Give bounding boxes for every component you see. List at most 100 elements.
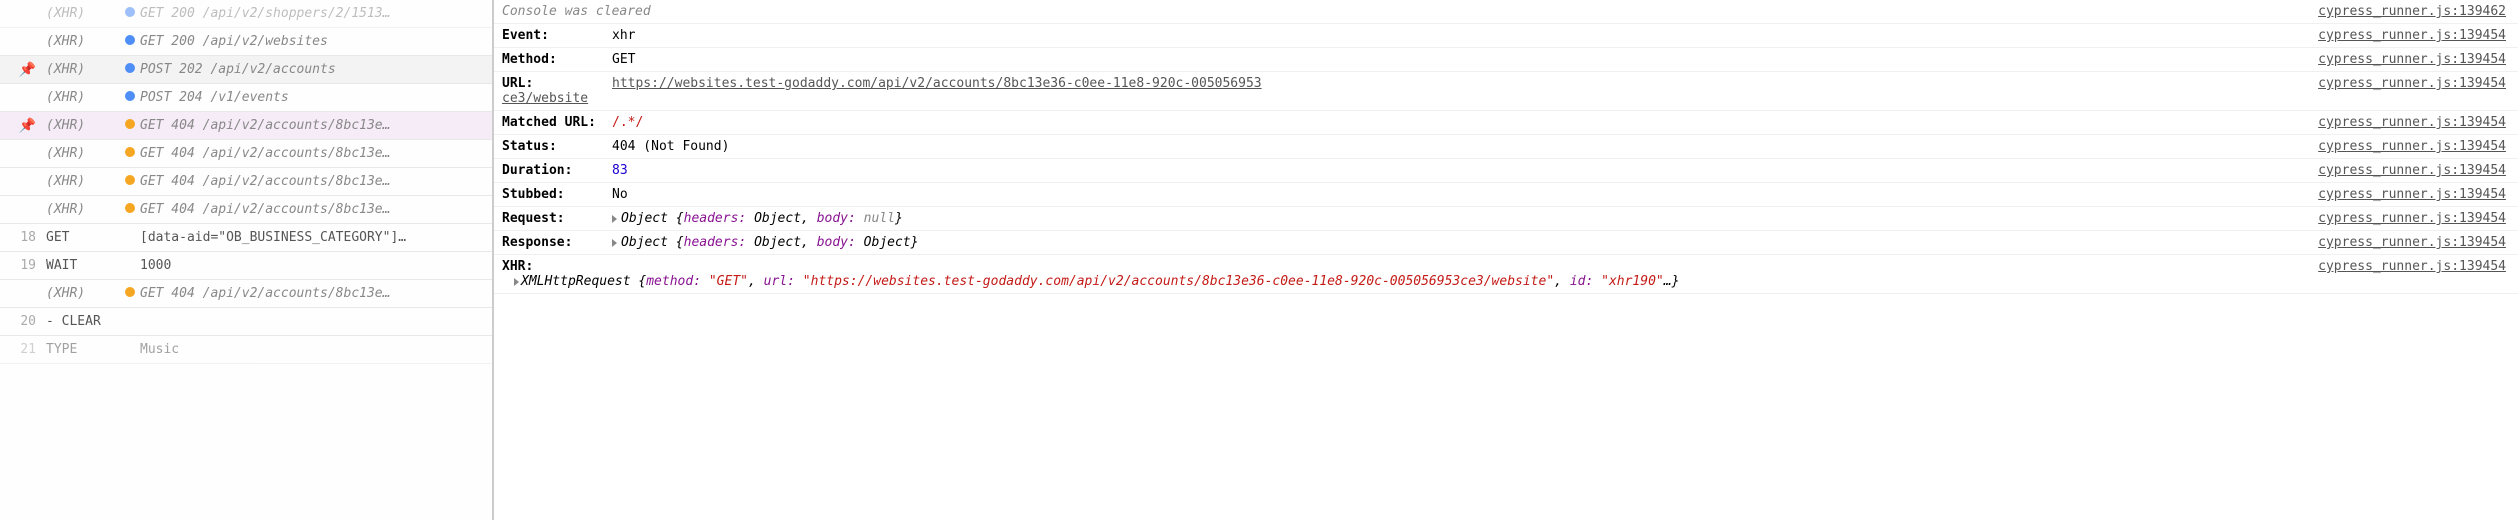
command-log-row[interactable]: (XHR) GET 404 /api/v2/accounts/8bc13e… <box>0 196 492 224</box>
command-message: Music <box>140 342 492 357</box>
console-value: 83 <box>612 163 2318 178</box>
command-log-row[interactable]: (XHR) GET 200 /api/v2/shoppers/2/1513… <box>0 0 492 28</box>
command-message: 1000 <box>140 258 492 273</box>
command-tag: (XHR) <box>42 6 120 21</box>
console-value: Object {headers: Object, body: null} <box>612 211 2318 226</box>
command-message: GET 404 /api/v2/accounts/8bc13e… <box>140 174 492 189</box>
command-tag: (XHR) <box>42 146 120 161</box>
console-line[interactable]: XHR: cypress_runner.js:139454XMLHttpReque… <box>494 255 2518 294</box>
console-value: /.*/ <box>612 115 2318 130</box>
console-label: Method: <box>502 52 612 67</box>
command-message: GET 404 /api/v2/accounts/8bc13e… <box>140 146 492 161</box>
source-link[interactable]: cypress_runner.js:139454 <box>2318 52 2506 67</box>
command-tag: WAIT <box>42 258 120 273</box>
command-log-row[interactable]: (XHR) GET 404 /api/v2/accounts/8bc13e… <box>0 168 492 196</box>
console-line[interactable]: Method:GETcypress_runner.js:139454 <box>494 48 2518 72</box>
command-message: GET 404 /api/v2/accounts/8bc13e… <box>140 118 492 133</box>
command-message: GET 200 /api/v2/shoppers/2/1513… <box>140 6 492 21</box>
console-label: Matched URL: <box>502 115 612 130</box>
command-log-panel: (XHR)GET 200 /api/v2/shoppers/2/1513…(XH… <box>0 0 494 520</box>
console-label: XHR: <box>502 259 612 274</box>
source-link[interactable]: cypress_runner.js:139454 <box>2318 115 2506 130</box>
status-dot-icon <box>125 35 135 45</box>
console-value: https://websites.test-godaddy.com/api/v2… <box>612 76 2318 91</box>
status-dot-icon <box>125 7 135 17</box>
expand-caret-icon[interactable] <box>514 278 519 286</box>
console-line[interactable]: Stubbed:Nocypress_runner.js:139454 <box>494 183 2518 207</box>
command-log-row[interactable]: 20- CLEAR <box>0 308 492 336</box>
command-log-row[interactable]: 📌 (XHR) POST 202 /api/v2/accounts <box>0 56 492 84</box>
command-tag: (XHR) <box>42 34 120 49</box>
url-link[interactable]: https://websites.test-godaddy.com/api/v2… <box>612 76 1262 91</box>
console-label: URL: <box>502 76 612 91</box>
console-label: Status: <box>502 139 612 154</box>
console-line[interactable]: Status:404 (Not Found)cypress_runner.js:… <box>494 135 2518 159</box>
command-log-row[interactable]: (XHR) GET 404 /api/v2/accounts/8bc13e… <box>0 280 492 308</box>
console-line[interactable]: Event:xhrcypress_runner.js:139454 <box>494 24 2518 48</box>
status-dot-icon <box>125 203 135 213</box>
console-label: Stubbed: <box>502 187 612 202</box>
command-tag: (XHR) <box>42 62 120 77</box>
url-link-continued[interactable]: ce3/website <box>502 91 588 106</box>
command-tag: GET <box>42 230 120 245</box>
source-link[interactable]: cypress_runner.js:139462 <box>2318 4 2506 19</box>
pin-icon[interactable]: 📌 <box>19 118 36 134</box>
console-line[interactable]: Request:Object {headers: Object, body: n… <box>494 207 2518 231</box>
command-tag: TYPE <box>42 342 120 357</box>
source-link[interactable]: cypress_runner.js:139454 <box>2318 139 2506 154</box>
command-log-row[interactable]: 19 WAIT 1000 <box>0 252 492 280</box>
step-number: 19 <box>20 258 36 273</box>
xhr-object-body: XMLHttpRequest {method: "GET", url: "htt… <box>502 274 2506 289</box>
console-line[interactable]: Console was clearedcypress_runner.js:139… <box>494 0 2518 24</box>
command-tag: (XHR) <box>42 286 120 301</box>
status-dot-icon <box>125 147 135 157</box>
command-tag: (XHR) <box>42 118 120 133</box>
command-message: [data-aid="OB_BUSINESS_CATEGORY"]… <box>140 230 492 245</box>
command-message: GET 200 /api/v2/websites <box>140 34 492 49</box>
command-tag: (XHR) <box>42 202 120 217</box>
command-message: POST 202 /api/v2/accounts <box>140 62 492 77</box>
pin-icon[interactable]: 📌 <box>19 62 36 78</box>
console-value: No <box>612 187 2318 202</box>
console-value: 404 (Not Found) <box>612 139 2318 154</box>
source-link[interactable]: cypress_runner.js:139454 <box>2318 76 2506 91</box>
command-tag: (XHR) <box>42 174 120 189</box>
console-cleared-message: Console was cleared <box>502 4 2318 19</box>
status-dot-icon <box>125 63 135 73</box>
console-line[interactable]: Matched URL:/.*/cypress_runner.js:139454 <box>494 111 2518 135</box>
command-log-row[interactable]: 📌 (XHR) GET 404 /api/v2/accounts/8bc13e… <box>0 112 492 140</box>
command-message: GET 404 /api/v2/accounts/8bc13e… <box>140 202 492 217</box>
console-label: Duration: <box>502 163 612 178</box>
console-label: Request: <box>502 211 612 226</box>
command-tag: (XHR) <box>42 90 120 105</box>
command-log-row[interactable]: (XHR) GET 200 /api/v2/websites <box>0 28 492 56</box>
source-link[interactable]: cypress_runner.js:139454 <box>2318 211 2506 226</box>
console-line[interactable]: Duration:83cypress_runner.js:139454 <box>494 159 2518 183</box>
step-number: 18 <box>20 230 36 245</box>
step-number: 20 <box>20 314 36 329</box>
source-link[interactable]: cypress_runner.js:139454 <box>2318 28 2506 43</box>
expand-caret-icon[interactable] <box>612 239 617 247</box>
console-value: GET <box>612 52 2318 67</box>
step-number: 21 <box>20 342 36 357</box>
status-dot-icon <box>125 91 135 101</box>
expand-caret-icon[interactable] <box>612 215 617 223</box>
command-log-row[interactable]: (XHR) GET 404 /api/v2/accounts/8bc13e… <box>0 140 492 168</box>
console-line[interactable]: URL:https://websites.test-godaddy.com/ap… <box>494 72 2518 111</box>
console-value: Object {headers: Object, body: Object} <box>612 235 2318 250</box>
status-dot-icon <box>125 287 135 297</box>
command-log-row[interactable]: 21 TYPE Music <box>0 336 492 364</box>
console-label: Event: <box>502 28 612 43</box>
source-link[interactable]: cypress_runner.js:139454 <box>2318 235 2506 250</box>
command-log-row[interactable]: 18 GET [data-aid="OB_BUSINESS_CATEGORY"]… <box>0 224 492 252</box>
command-message: POST 204 /v1/events <box>140 90 492 105</box>
command-message: GET 404 /api/v2/accounts/8bc13e… <box>140 286 492 301</box>
console-value: xhr <box>612 28 2318 43</box>
command-log-row[interactable]: (XHR) POST 204 /v1/events <box>0 84 492 112</box>
status-dot-icon <box>125 119 135 129</box>
source-link[interactable]: cypress_runner.js:139454 <box>2318 259 2506 274</box>
status-dot-icon <box>125 175 135 185</box>
source-link[interactable]: cypress_runner.js:139454 <box>2318 187 2506 202</box>
console-line[interactable]: Response:Object {headers: Object, body: … <box>494 231 2518 255</box>
source-link[interactable]: cypress_runner.js:139454 <box>2318 163 2506 178</box>
